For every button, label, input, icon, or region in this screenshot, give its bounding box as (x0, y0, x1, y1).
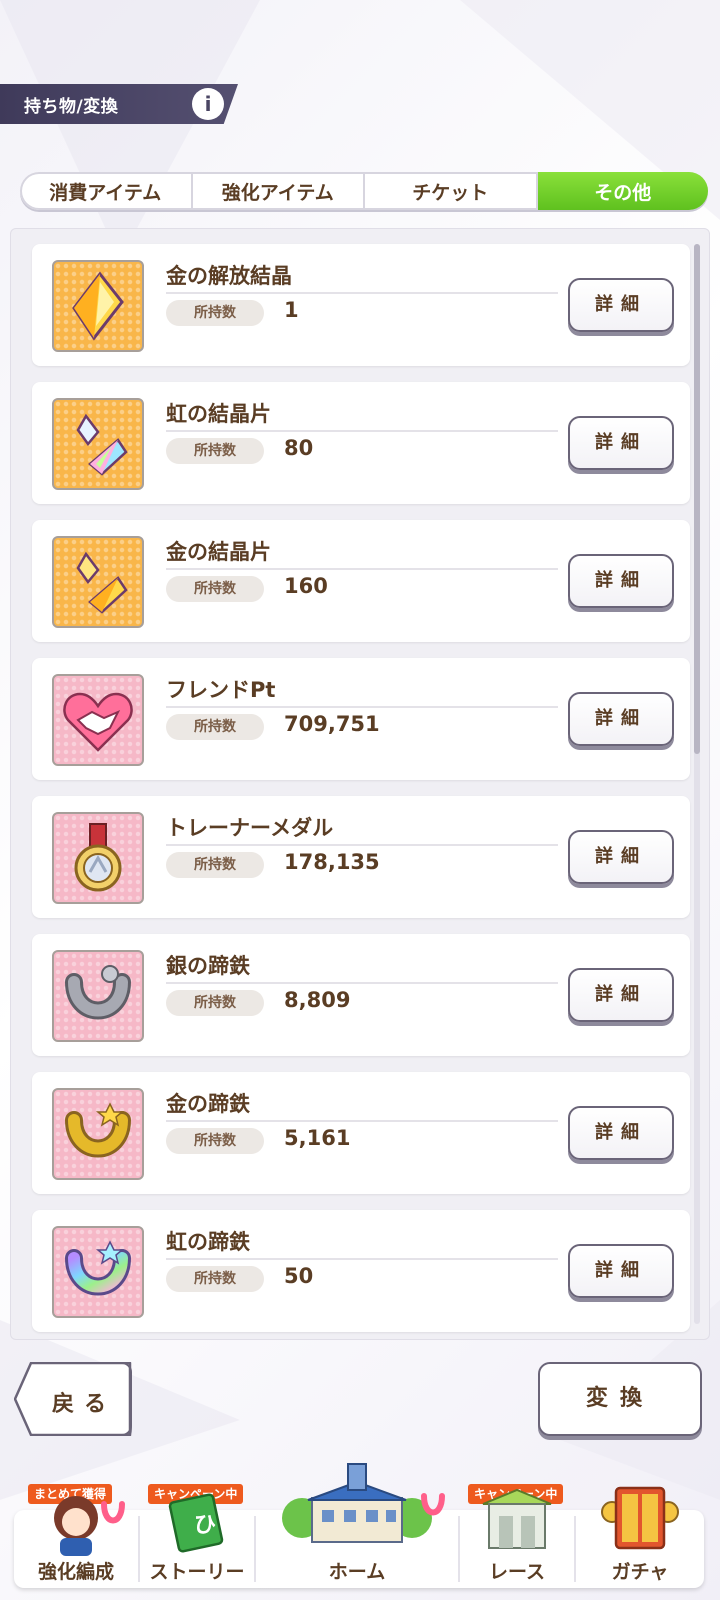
divider (166, 706, 558, 708)
race-gate-icon (482, 1488, 552, 1549)
item-name: 虹の蹄鉄 (166, 1230, 250, 1254)
gold-crystal-shard-icon (52, 536, 144, 628)
list-item: フレンドPt 所持数 709,751 詳細 (32, 658, 690, 780)
list-item: 金の解放結晶 所持数 1 詳細 (32, 244, 690, 366)
divider (166, 982, 558, 984)
divider (166, 844, 558, 846)
silver-horseshoe-icon (52, 950, 144, 1042)
item-list: 金の解放結晶 所持数 1 詳細 虹の結晶片 所持数 80 詳細 金の結晶片 所持… (10, 228, 710, 1340)
rainbow-horseshoe-icon (52, 1226, 144, 1318)
owned-label: 所持数 (166, 1266, 264, 1292)
nav-label: ガチャ (611, 1561, 669, 1583)
divider (166, 1120, 558, 1122)
owned-label: 所持数 (166, 300, 264, 326)
convert-button[interactable]: 変換 (538, 1362, 702, 1436)
divider (166, 430, 558, 432)
gacha-door-icon (601, 1486, 679, 1550)
category-tabs: 消費アイテム 強化アイテム チケット その他 (20, 172, 708, 210)
item-name: トレーナーメダル (166, 816, 334, 840)
nav-race[interactable]: キャンペーン中 レース (460, 1484, 574, 1588)
page-header: 持ち物/変換 i (0, 84, 238, 124)
tab-enhancement-items[interactable]: 強化アイテム (193, 172, 365, 210)
gold-horseshoe-icon (52, 1088, 144, 1180)
trainer-medal-icon (52, 812, 144, 904)
owned-label: 所持数 (166, 990, 264, 1016)
list-item: 銀の蹄鉄 所持数 8,809 詳細 (32, 934, 690, 1056)
divider (166, 568, 558, 570)
nav-story[interactable]: キャンペーン中 ひ ストーリー (140, 1484, 254, 1588)
nav-label: レース (488, 1561, 546, 1583)
home-building-icon (282, 1463, 432, 1543)
horseshoe-notification-icon (421, 1493, 445, 1516)
scrollbar[interactable] (694, 244, 700, 1324)
story-book-icon: ひ (168, 1493, 224, 1553)
owned-count: 1 (284, 298, 299, 322)
detail-button[interactable]: 詳細 (568, 1244, 674, 1298)
svg-text:ひ: ひ (194, 1513, 216, 1538)
list-item: 金の蹄鉄 所持数 5,161 詳細 (32, 1072, 690, 1194)
bottom-nav: まとめて獲得 強化編成 キャンペーン中 ひ ストーリー ホーム キャンペーン中 … (14, 1463, 704, 1588)
detail-button[interactable]: 詳細 (568, 416, 674, 470)
item-name: 金の蹄鉄 (166, 1092, 250, 1116)
horseshoe-notification-icon (101, 1501, 125, 1524)
owned-label: 所持数 (166, 1128, 264, 1154)
nav-label: 強化編成 (37, 1561, 114, 1583)
owned-count: 80 (284, 436, 314, 460)
owned-label: 所持数 (166, 852, 264, 878)
owned-label: 所持数 (166, 438, 264, 464)
scrollbar-thumb[interactable] (694, 244, 700, 754)
item-name: 銀の蹄鉄 (166, 954, 250, 978)
back-button-label: 戻る (52, 1392, 117, 1417)
owned-count: 8,809 (284, 988, 351, 1012)
detail-button[interactable]: 詳細 (568, 278, 674, 332)
list-item: 虹の結晶片 所持数 80 詳細 (32, 382, 690, 504)
item-name: 金の解放結晶 (166, 264, 292, 288)
page-title: 持ち物/変換 (24, 97, 119, 117)
detail-button[interactable]: 詳細 (568, 692, 674, 746)
owned-count: 50 (284, 1264, 314, 1288)
tab-other[interactable]: その他 (537, 172, 708, 210)
nav-home[interactable]: ホーム (256, 1463, 458, 1588)
owned-count: 5,161 (284, 1126, 351, 1150)
detail-button[interactable]: 詳細 (568, 830, 674, 884)
owned-count: 160 (284, 574, 328, 598)
detail-button[interactable]: 詳細 (568, 554, 674, 608)
owned-label: 所持数 (166, 576, 264, 602)
tab-tickets[interactable]: チケット (365, 172, 538, 210)
nav-label: ストーリー (149, 1561, 245, 1583)
friend-points-handshake-icon (52, 674, 144, 766)
gold-release-crystal-icon (52, 260, 144, 352)
divider (166, 292, 558, 294)
list-item: トレーナーメダル 所持数 178,135 詳細 (32, 796, 690, 918)
list-item: 金の結晶片 所持数 160 詳細 (32, 520, 690, 642)
divider (166, 1258, 558, 1260)
owned-count: 709,751 (284, 712, 380, 736)
tab-consumables[interactable]: 消費アイテム (20, 172, 193, 210)
rainbow-crystal-shard-icon (52, 398, 144, 490)
detail-button[interactable]: 詳細 (568, 1106, 674, 1160)
back-button[interactable]: 戻る (14, 1362, 132, 1436)
nav-label: ホーム (328, 1561, 386, 1583)
owned-label: 所持数 (166, 714, 264, 740)
nav-gacha[interactable]: ガチャ (576, 1486, 704, 1588)
owned-count: 178,135 (284, 850, 380, 874)
detail-button[interactable]: 詳細 (568, 968, 674, 1022)
item-name: 金の結晶片 (166, 540, 271, 564)
item-name: フレンドPt (166, 678, 276, 702)
info-icon[interactable]: i (192, 88, 224, 120)
nav-enhance[interactable]: まとめて獲得 強化編成 (14, 1484, 138, 1588)
list-item: 虹の蹄鉄 所持数 50 詳細 (32, 1210, 690, 1332)
item-name: 虹の結晶片 (166, 402, 271, 426)
